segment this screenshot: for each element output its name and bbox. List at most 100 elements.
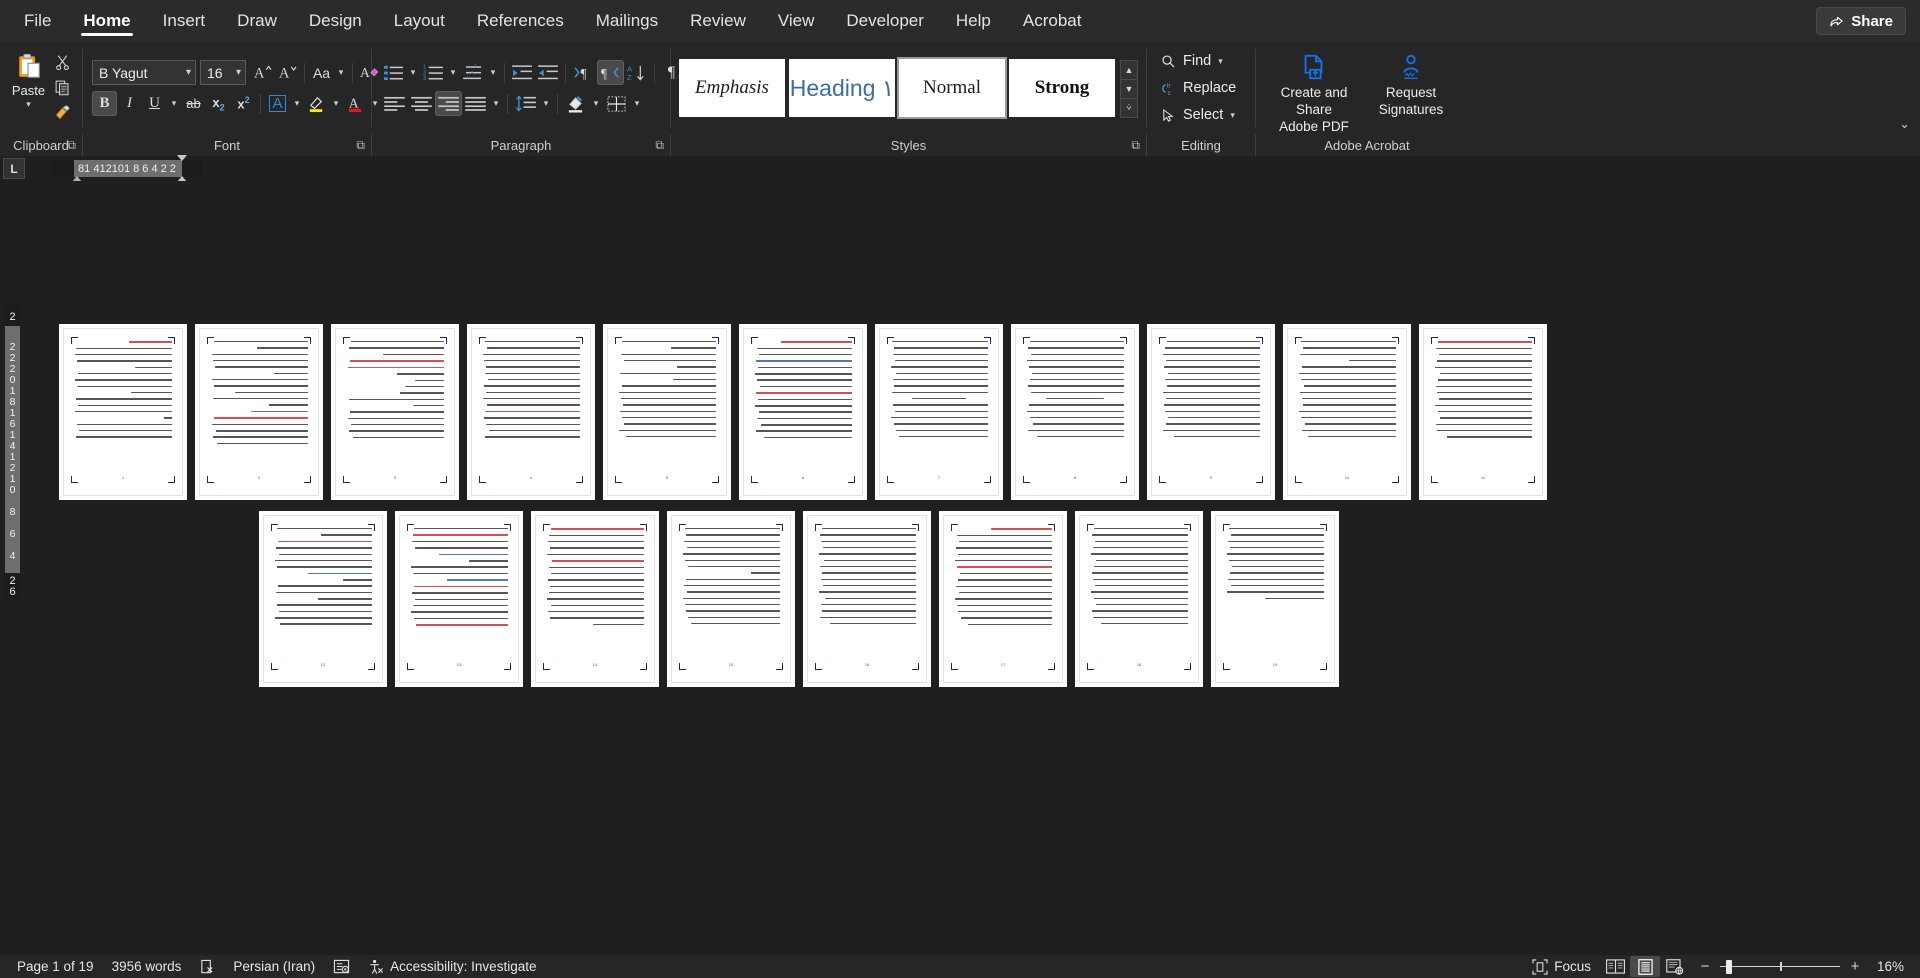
zoom-in-button[interactable]: +	[1848, 958, 1862, 975]
page-thumbnail[interactable]: 12	[259, 511, 387, 687]
tab-stop-selector[interactable]: L	[3, 158, 25, 179]
font-name-combo[interactable]: B Yagut ▾	[92, 60, 196, 85]
font-size-combo[interactable]: 16 ▾	[200, 60, 246, 85]
shrink-font-button[interactable]: A	[275, 60, 300, 85]
font-dialog-launcher[interactable]: ⧉	[356, 138, 365, 153]
page-thumbnail[interactable]: 15	[667, 511, 795, 687]
align-right-button[interactable]	[435, 91, 462, 116]
ribbon-tab-draw[interactable]: Draw	[221, 0, 293, 42]
first-line-indent-marker[interactable]	[177, 155, 187, 161]
numbering-caret[interactable]: ▾	[446, 60, 460, 85]
proofing-status[interactable]	[190, 955, 224, 978]
ribbon-tab-references[interactable]: References	[461, 0, 580, 42]
page-canvas[interactable]: 18	[1079, 515, 1199, 683]
select-caret[interactable]: ▾	[1230, 110, 1235, 121]
page-canvas[interactable]: 19	[1215, 515, 1335, 683]
borders-caret[interactable]: ▾	[630, 91, 644, 116]
page-canvas[interactable]: 15	[671, 515, 791, 683]
ribbon-tab-review[interactable]: Review	[674, 0, 762, 42]
page-thumbnail[interactable]: 2	[195, 324, 323, 500]
page-thumbnail[interactable]: 6	[739, 324, 867, 500]
paragraph-dialog-launcher[interactable]: ⧉	[655, 138, 664, 153]
grow-font-button[interactable]: A	[250, 60, 275, 85]
page-thumbnail[interactable]: 14	[531, 511, 659, 687]
align-left-button[interactable]	[381, 91, 408, 116]
collapse-ribbon-button[interactable]: ⌄	[1899, 116, 1910, 132]
page-canvas[interactable]: 7	[879, 328, 999, 496]
cut-button[interactable]	[49, 50, 75, 74]
styles-scroll-up-button[interactable]: ▲	[1120, 59, 1138, 80]
style-card-normal[interactable]: Normal	[899, 59, 1005, 117]
read-mode-button[interactable]	[1600, 956, 1630, 977]
web-layout-button[interactable]	[1660, 956, 1690, 977]
styles-more-button[interactable]: ⩒	[1120, 97, 1138, 118]
replace-button[interactable]: b c Replace	[1155, 76, 1242, 101]
ribbon-tab-design[interactable]: Design	[293, 0, 378, 42]
language-indicator[interactable]: Persian (Iran)	[224, 955, 324, 978]
ribbon-tab-insert[interactable]: Insert	[147, 0, 222, 42]
multilevel-list-button[interactable]: 1 a i	[460, 60, 486, 85]
ribbon-tab-home[interactable]: Home	[67, 0, 146, 42]
bold-button[interactable]: B	[92, 91, 117, 116]
ribbon-tab-mailings[interactable]: Mailings	[580, 0, 674, 42]
page-canvas[interactable]: 2	[199, 328, 319, 496]
highlight-color-button[interactable]	[304, 91, 329, 116]
increase-indent-button[interactable]	[535, 60, 561, 85]
line-spacing-button[interactable]	[512, 91, 539, 116]
page-thumbnail[interactable]: 11	[1419, 324, 1547, 500]
change-case-button[interactable]: Aa	[309, 60, 334, 85]
accessibility-status[interactable]: Accessibility: Investigate	[359, 955, 545, 978]
justify-caret[interactable]: ▾	[489, 91, 503, 116]
text-effects-caret[interactable]: ▾	[290, 91, 304, 116]
paste-button[interactable]: Paste ▾	[10, 48, 47, 110]
numbering-button[interactable]: 1 2 3	[420, 60, 446, 85]
text-effects-button[interactable]: A	[265, 91, 290, 116]
multilevel-list-caret[interactable]: ▾	[486, 60, 500, 85]
page-indicator[interactable]: Page 1 of 19	[8, 955, 103, 978]
page-canvas[interactable]: 17	[943, 515, 1063, 683]
styles-scroll-down-button[interactable]: ▼	[1120, 78, 1138, 99]
styles-dialog-launcher[interactable]: ⧉	[1131, 138, 1140, 153]
ribbon-tab-developer[interactable]: Developer	[830, 0, 940, 42]
page-thumbnail[interactable]: 17	[939, 511, 1067, 687]
justify-button[interactable]	[462, 91, 489, 116]
page-thumbnail[interactable]: 7	[875, 324, 1003, 500]
underline-button[interactable]: U	[142, 91, 167, 116]
bullets-button[interactable]	[381, 60, 406, 85]
right-to-left-text-button[interactable]: ¶	[597, 60, 624, 85]
page-thumbnail[interactable]: 9	[1147, 324, 1275, 500]
decrease-indent-button[interactable]	[509, 60, 535, 85]
focus-mode-button[interactable]: Focus	[1523, 955, 1600, 978]
pages-canvas[interactable]: 1 2 3 4 5 6 7 8 9 10 11 12 13 14 15 16 17 18 19	[25, 181, 1920, 955]
share-button[interactable]: Share	[1816, 7, 1906, 35]
zoom-out-button[interactable]: −	[1698, 958, 1712, 975]
page-thumbnail[interactable]: 13	[395, 511, 523, 687]
subscript-button[interactable]: x2	[206, 91, 231, 116]
ribbon-tab-acrobat[interactable]: Acrobat	[1007, 0, 1098, 42]
page-thumbnail[interactable]: 16	[803, 511, 931, 687]
zoom-level-label[interactable]: 16%	[1870, 959, 1904, 974]
page-canvas[interactable]: 6	[743, 328, 863, 496]
line-spacing-caret[interactable]: ▾	[539, 91, 553, 116]
ribbon-tab-help[interactable]: Help	[940, 0, 1007, 42]
page-thumbnail[interactable]: 8	[1011, 324, 1139, 500]
page-thumbnail[interactable]: 10	[1283, 324, 1411, 500]
find-button[interactable]: Find ▾	[1155, 49, 1229, 74]
zoom-slider-thumb[interactable]	[1726, 959, 1732, 974]
chevron-down-icon[interactable]: ▾	[232, 67, 241, 78]
page-thumbnail[interactable]: 19	[1211, 511, 1339, 687]
ribbon-tab-layout[interactable]: Layout	[378, 0, 461, 42]
format-painter-button[interactable]	[49, 100, 75, 124]
word-count[interactable]: 3956 words	[103, 955, 191, 978]
copy-button[interactable]	[49, 75, 75, 99]
page-thumbnail[interactable]: 18	[1075, 511, 1203, 687]
italic-button[interactable]: I	[117, 91, 142, 116]
page-thumbnail[interactable]: 5	[603, 324, 731, 500]
page-canvas[interactable]: 9	[1151, 328, 1271, 496]
find-caret[interactable]: ▾	[1218, 56, 1223, 67]
bullets-caret[interactable]: ▾	[406, 60, 420, 85]
style-card-heading[interactable]: Heading ۱	[789, 59, 895, 117]
highlight-color-caret[interactable]: ▾	[329, 91, 343, 116]
create-and-share-adobe-pdf-button[interactable]: Create and Share Adobe PDF	[1262, 46, 1366, 136]
ribbon-tab-file[interactable]: File	[8, 0, 67, 42]
